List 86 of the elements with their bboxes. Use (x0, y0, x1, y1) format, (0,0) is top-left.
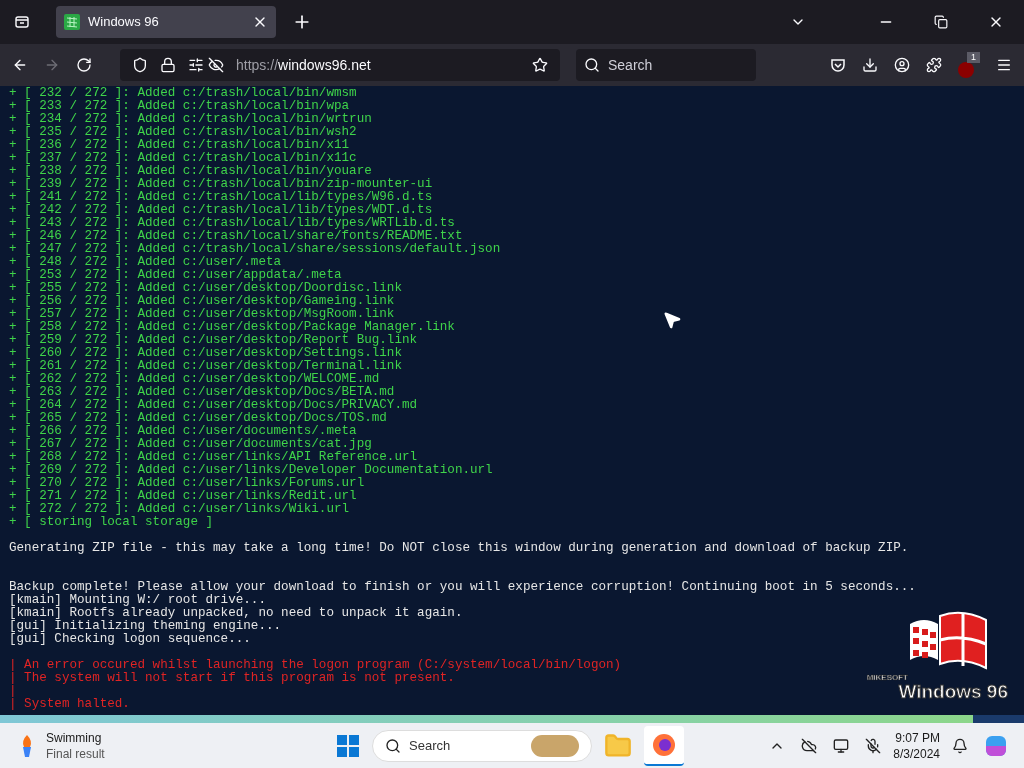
terminal-line: + [ 271 / 272 ]: Added c:/user/links/Redit.url (9, 490, 357, 503)
mic-off-icon[interactable] (865, 737, 882, 754)
terminal-line: Backup complete! Please allow your download to finish or you will experience corruption! Continuing boot in 5 seconds... (9, 581, 916, 594)
search-icon (385, 737, 401, 754)
address-bar[interactable]: https://windows96.net (120, 49, 560, 81)
reload-icon[interactable] (76, 57, 92, 73)
monitor-icon[interactable] (833, 737, 850, 754)
permissions-icon[interactable] (188, 57, 204, 73)
search-icon (584, 57, 600, 73)
taskbar-search-field[interactable]: Search (372, 729, 592, 762)
star-icon[interactable] (532, 57, 548, 73)
terminal-line: + [ 260 / 272 ]: Added c:/user/desktop/Settings.link (9, 347, 402, 360)
extensions-icon[interactable] (926, 57, 942, 73)
weather-widget[interactable]: Swimming Final result (16, 729, 336, 762)
terminal-line: [kmain] Rootfs already unpacked, no need to unpack it again. (9, 607, 463, 620)
terminal-line: + [ 253 / 272 ]: Added c:/user/appdata/.meta (9, 269, 342, 282)
lock-icon[interactable] (160, 57, 176, 73)
cloud-off-icon[interactable] (801, 737, 818, 754)
bell-icon[interactable] (952, 737, 968, 754)
terminal-line: + [ 248 / 272 ]: Added c:/user/.meta (9, 256, 282, 269)
terminal-line: + [ 272 / 272 ]: Added c:/user/links/Wiki.url (9, 503, 350, 516)
terminal-line: | An error occured whilst launching the logon program (C:/system/local/bin/logon) (9, 659, 622, 672)
download-icon[interactable] (862, 57, 878, 73)
windows-start-icon[interactable] (336, 733, 360, 758)
terminal-line: + [ 266 / 272 ]: Added c:/user/documents/.meta (9, 425, 357, 438)
search-highlight-image (531, 734, 579, 757)
tab-title: Windows 96 (88, 13, 160, 32)
terminal-line: + [ 237 / 272 ]: Added c:/trash/local/bin/x11c (9, 152, 357, 165)
terminal-line: + [ 238 / 272 ]: Added c:/trash/local/bin/youare (9, 165, 372, 178)
eye-off-icon[interactable] (208, 57, 224, 73)
terminal-line: + [ 239 / 272 ]: Added c:/trash/local/bin/zip-mounter-ui (9, 178, 433, 191)
search-field[interactable]: Search (576, 49, 756, 81)
terminal-line: + [ 247 / 272 ]: Added c:/trash/local/share/sessions/default.json (9, 243, 501, 256)
terminal-line: + [ 241 / 272 ]: Added c:/trash/local/lib/types/W96.d.ts (9, 191, 433, 204)
tab-list-icon (14, 14, 30, 30)
badge-count: 1 (967, 52, 980, 63)
widget-subtitle: Final result (46, 745, 105, 762)
terminal-line: + [ 261 / 272 ]: Added c:/user/desktop/Terminal.link (9, 360, 402, 373)
terminal-line: + [ 265 / 272 ]: Added c:/user/desktop/Docs/TOS.md (9, 412, 387, 425)
terminal-line: + [ 258 / 272 ]: Added c:/user/desktop/Package Manager.link (9, 321, 455, 334)
restore-icon[interactable] (934, 15, 948, 29)
account-icon[interactable] (894, 57, 910, 73)
clock-button[interactable]: 9:07 PM 8/3/2024 (893, 729, 940, 762)
mouse-pointer-icon (662, 310, 682, 330)
terminal-line: | (9, 685, 17, 698)
terminal-line: Generating ZIP file - this may take a long time! Do NOT close this window during generation and download of backup ZIP. (9, 542, 909, 555)
forward-icon[interactable] (44, 57, 60, 73)
terminal-line: + [ 267 / 272 ]: Added c:/user/documents/cat.jpg (9, 438, 372, 451)
terminal-line: + [ 256 / 272 ]: Added c:/user/desktop/Gameing.link (9, 295, 395, 308)
terminal-line: + [ 263 / 272 ]: Added c:/user/desktop/Docs/BETA.md (9, 386, 395, 399)
url-text: https://windows96.net (236, 55, 371, 75)
pocket-icon[interactable] (830, 57, 846, 73)
firefox-taskbar-button[interactable] (644, 725, 684, 766)
terminal-line: + [ 233 / 272 ]: Added c:/trash/local/bin/wpa (9, 100, 350, 113)
terminal-line: + [ 257 / 272 ]: Added c:/user/desktop/MsgRoom.link (9, 308, 395, 321)
terminal-line: + [ 269 / 272 ]: Added c:/user/links/Developer Documentation.url (9, 464, 493, 477)
terminal-line: + [ 235 / 272 ]: Added c:/trash/local/bin/wsh2 (9, 126, 357, 139)
terminal-line: + [ 236 / 272 ]: Added c:/trash/local/bin/x11 (9, 139, 350, 152)
terminal-line: + [ 264 / 272 ]: Added c:/user/desktop/Docs/PRIVACY.md (9, 399, 418, 412)
terminal-line: + [ 255 / 272 ]: Added c:/user/desktop/Doordisc.link (9, 282, 402, 295)
terminal-line: | The system will not start if this program is not present. (9, 672, 455, 685)
terminal-line: + [ 262 / 272 ]: Added c:/user/desktop/WELCOME.md (9, 373, 380, 386)
terminal-line: + [ 259 / 272 ]: Added c:/user/desktop/Report Bug.link (9, 334, 418, 347)
terminal-line: | System halted. (9, 698, 130, 711)
widget-title: Swimming (46, 729, 103, 746)
terminal-line: [gui] Initializing theming engine... (9, 620, 282, 633)
back-icon[interactable] (12, 57, 28, 73)
menu-icon[interactable] (996, 57, 1012, 73)
terminal-line: + [ 234 / 272 ]: Added c:/trash/local/bin/wrtrun (9, 113, 372, 126)
browser-tab[interactable]: Windows 96 (56, 6, 276, 38)
terminal-line: + [ 242 / 272 ]: Added c:/trash/local/lib/types/WDT.d.ts (9, 204, 433, 217)
logo-product: Windows 96 (898, 682, 1008, 701)
terminal-line: + [ 270 / 272 ]: Added c:/user/links/Forums.url (9, 477, 365, 490)
terminal-line: + [ 243 / 272 ]: Added c:/trash/local/lib/types/WRTLib.d.ts (9, 217, 455, 230)
grid-favicon-icon (64, 14, 80, 30)
shield-icon[interactable] (132, 57, 148, 73)
terminal-line: [gui] Checking logon sequence... (9, 633, 251, 646)
terminal-line: + [ 232 / 272 ]: Added c:/trash/local/bin/wmsm (9, 87, 357, 100)
terminal-line: + [ 246 / 272 ]: Added c:/trash/local/share/fonts/README.txt (9, 230, 463, 243)
terminal-line: [kmain] Mounting W:/ root drive... (9, 594, 266, 607)
logo-brand: MIKESOFT (866, 674, 908, 682)
copilot-icon[interactable] (984, 733, 1008, 758)
extension-button[interactable]: 1 (958, 52, 980, 78)
terminal-line: + [ storing local storage ] (9, 516, 214, 529)
extension-icon (958, 62, 974, 78)
terminal-line: + [ 268 / 272 ]: Added c:/user/links/API Reference.url (9, 451, 418, 464)
